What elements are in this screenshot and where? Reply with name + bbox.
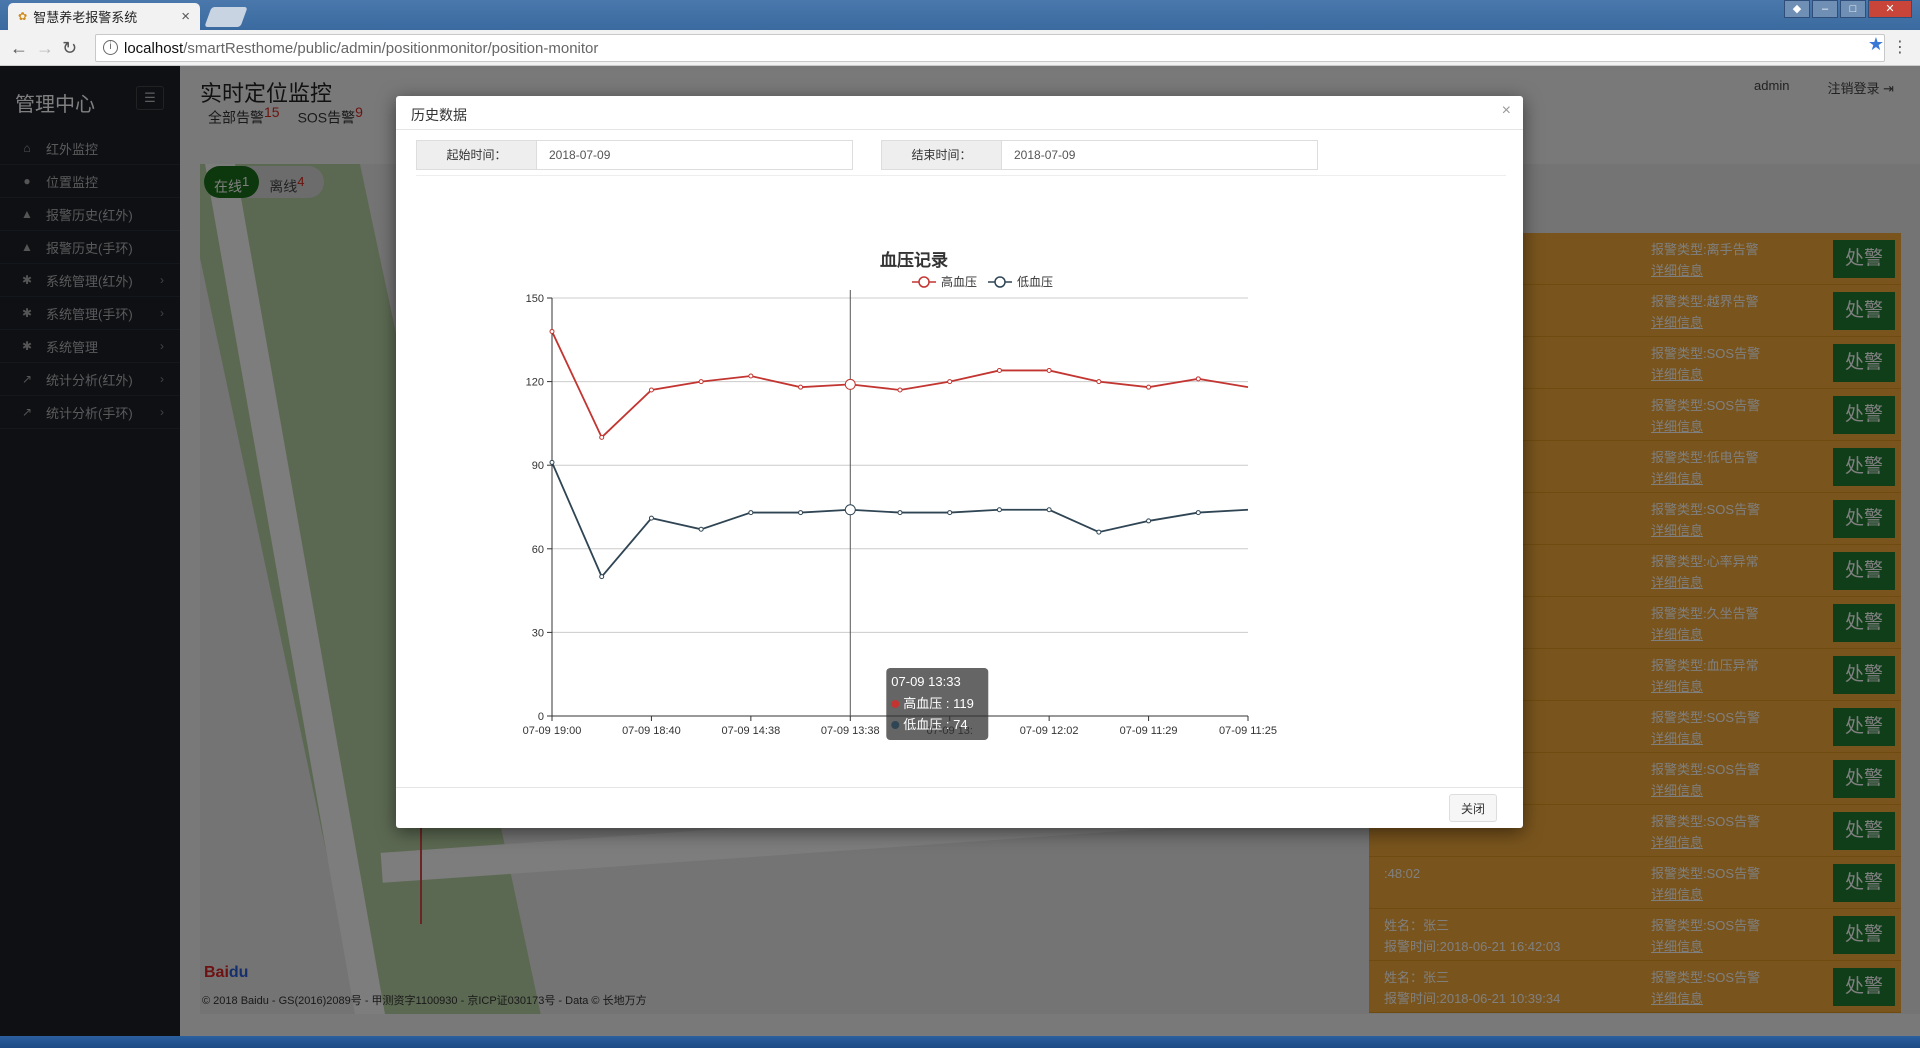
x-tick-label: 07-09 19:00 — [523, 725, 582, 737]
new-tab-button[interactable] — [204, 7, 248, 27]
data-point — [897, 510, 903, 516]
data-point — [1096, 529, 1102, 535]
window-controls: ◆ – □ ✕ — [1784, 0, 1912, 18]
x-tick-label: 07-09 11:25 — [1219, 725, 1277, 737]
chart-svg: 血压记录高血压 低血压 0 30 60 90 120 150 07-09 19:00 07-09 … — [523, 250, 1277, 740]
data-point — [1046, 507, 1052, 513]
series-line — [551, 462, 1249, 579]
close-button[interactable]: 关闭 — [1449, 794, 1497, 822]
url-input[interactable]: i localhost/smartResthome/public/admin/p… — [95, 34, 1885, 62]
tab-close-icon[interactable]: × — [181, 8, 190, 25]
data-point — [798, 384, 804, 390]
data-point — [599, 434, 605, 440]
history-data-modal: 历史数据 × 起始时间： 2018-07-09 结束时间： 2018-07-09… — [396, 96, 1523, 828]
data-point — [844, 504, 856, 516]
x-tick-label: 07-09 14:38 — [721, 725, 780, 737]
data-point — [748, 373, 754, 379]
chart-title: 血压记录 — [880, 250, 948, 270]
data-point — [897, 387, 903, 393]
address-bar-row: ← → ↻ i localhost/smartResthome/public/a… — [0, 30, 1920, 66]
browser-tab-title: 智慧养老报警系统 — [33, 10, 138, 25]
bookmark-star-icon[interactable]: ★ — [1868, 34, 1884, 55]
data-point — [1195, 510, 1201, 516]
x-tick-label: 07-09 13:38 — [821, 725, 880, 737]
data-point — [648, 515, 654, 521]
data-point — [748, 510, 754, 516]
data-point — [1195, 376, 1201, 382]
legend-label: 低血压 — [1017, 275, 1053, 289]
url-path: /smartResthome/public/admin/positionmoni… — [183, 40, 599, 57]
legend-marker — [994, 276, 1006, 288]
start-date-group: 起始时间： 2018-07-09 — [416, 140, 853, 170]
x-tick-label: 07-09 11:29 — [1120, 725, 1178, 737]
data-point — [1096, 379, 1102, 385]
browser-tab-strip: ✿ 智慧养老报警系统 × ◆ – □ ✕ — [0, 0, 1920, 30]
data-point — [648, 387, 654, 393]
modal-title: 历史数据 — [411, 107, 467, 123]
modal-header: 历史数据 × — [396, 96, 1523, 130]
window-close-icon[interactable]: ✕ — [1868, 0, 1912, 18]
browser-tab[interactable]: ✿ 智慧养老报警系统 × — [8, 3, 200, 30]
data-point — [996, 367, 1002, 373]
forward-icon[interactable]: → — [36, 38, 54, 59]
y-tick-label: 60 — [532, 544, 544, 556]
y-tick-label: 150 — [526, 293, 544, 305]
data-point — [698, 526, 704, 532]
tooltip-line: 高血压 : 119 — [903, 696, 974, 711]
start-date-input[interactable]: 2018-07-09 — [537, 141, 852, 169]
data-point — [947, 379, 953, 385]
data-point — [599, 574, 605, 580]
start-date-label: 起始时间： — [417, 141, 537, 169]
legend-marker — [918, 276, 930, 288]
modal-footer: 关闭 — [396, 787, 1523, 828]
end-date-label: 结束时间： — [882, 141, 1002, 169]
favicon-icon: ✿ — [18, 11, 28, 23]
os-taskbar — [0, 1036, 1920, 1048]
data-point — [698, 379, 704, 385]
date-filters: 起始时间： 2018-07-09 结束时间： 2018-07-09 — [416, 140, 1506, 176]
legend-label: 高血压 — [941, 274, 977, 289]
modal-close-icon[interactable]: × — [1502, 102, 1511, 120]
browser-menu-icon[interactable]: ⋮ — [1892, 37, 1908, 57]
end-date-input[interactable]: 2018-07-09 — [1002, 141, 1317, 169]
data-point — [947, 510, 953, 516]
tooltip-title: 07-09 13:33 — [891, 674, 960, 689]
tooltip-line: 低血压 : 74 — [903, 717, 967, 732]
end-date-group: 结束时间： 2018-07-09 — [881, 140, 1318, 170]
data-point — [1146, 518, 1152, 524]
data-point — [549, 328, 555, 334]
data-point — [549, 459, 555, 465]
info-icon[interactable]: i — [103, 40, 118, 55]
maximize-icon[interactable]: □ — [1840, 0, 1866, 18]
user-icon[interactable]: ◆ — [1784, 0, 1810, 18]
blood-pressure-chart[interactable]: 血压记录高血压 低血压 0 30 60 90 120 150 07-09 19:00 07-09 … — [396, 186, 1523, 766]
data-point — [844, 378, 856, 390]
minimize-icon[interactable]: – — [1812, 0, 1838, 18]
x-tick-label: 07-09 12:02 — [1020, 725, 1079, 737]
reload-icon[interactable]: ↻ — [62, 38, 77, 59]
y-tick-label: 90 — [532, 460, 544, 472]
y-tick-label: 30 — [532, 627, 544, 639]
series-line — [551, 331, 1249, 439]
x-tick-label: 07-09 18:40 — [622, 725, 681, 737]
y-tick-label: 0 — [538, 711, 544, 723]
data-point — [1046, 367, 1052, 373]
tooltip-marker — [891, 721, 900, 729]
data-point — [996, 507, 1002, 513]
url-host: localhost — [124, 40, 184, 57]
tooltip-marker — [891, 700, 900, 708]
y-tick-label: 120 — [526, 377, 544, 389]
data-point — [798, 510, 804, 516]
back-icon[interactable]: ← — [10, 38, 28, 59]
data-point — [1146, 384, 1152, 390]
